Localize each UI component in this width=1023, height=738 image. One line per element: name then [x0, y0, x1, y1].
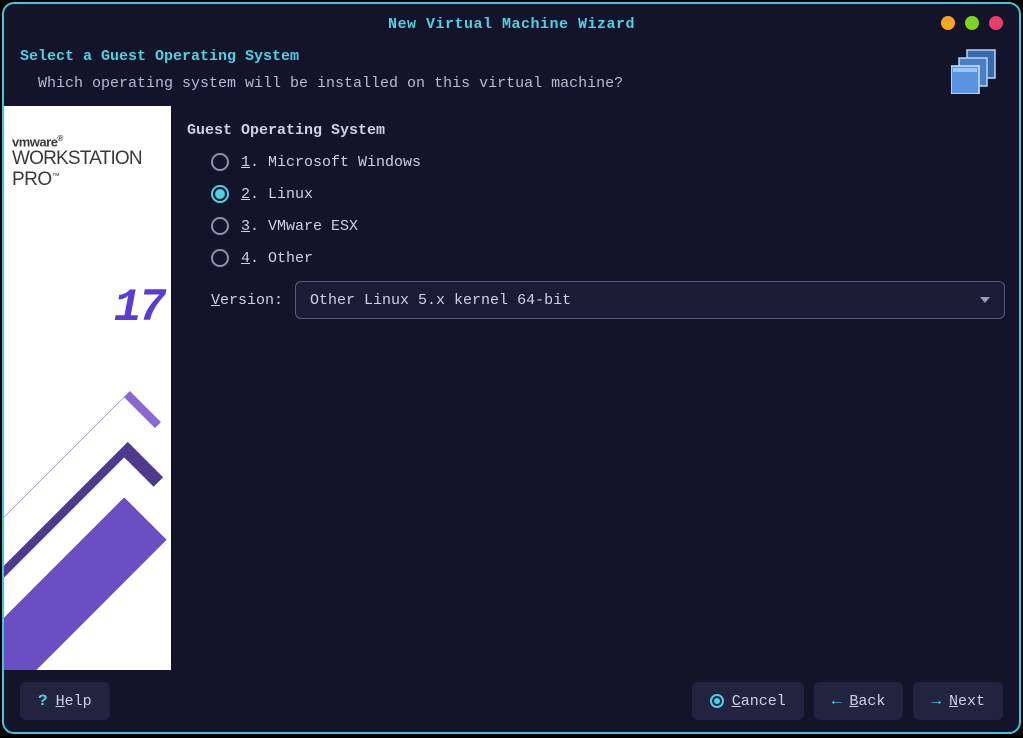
- wizard-footer: ? Help Cancel ← Back → Next: [4, 670, 1019, 732]
- titlebar: New Virtual Machine Wizard: [4, 4, 1019, 44]
- radio-label: 3. VMware ESX: [241, 218, 358, 235]
- next-button-label: Next: [949, 693, 985, 710]
- radio-label: 1. Microsoft Windows: [241, 154, 421, 171]
- question-icon: ?: [38, 692, 48, 710]
- version-select-value: Other Linux 5.x kernel 64-bit: [310, 292, 571, 309]
- help-button[interactable]: ? Help: [20, 682, 110, 720]
- close-button[interactable]: [989, 16, 1003, 30]
- help-button-label: Help: [56, 693, 92, 710]
- cancel-button[interactable]: Cancel: [692, 682, 804, 720]
- version-label: Version:: [211, 292, 283, 309]
- guest-os-radio-group: 1. Microsoft Windows 2. Linux 3. VMware ES…: [187, 153, 1005, 267]
- product-pro-text: PRO: [12, 169, 52, 190]
- product-text: WORKSTATION: [12, 149, 163, 169]
- side-branding-panel: vmware WORKSTATION PRO™ 17: [4, 106, 171, 670]
- decorative-stripes: [4, 410, 171, 670]
- back-button[interactable]: ← Back: [814, 682, 904, 720]
- radio-icon: [211, 153, 229, 171]
- guest-os-section-label: Guest Operating System: [187, 122, 1005, 139]
- cancel-icon: [710, 694, 724, 708]
- window-controls: [941, 16, 1003, 30]
- guest-os-radio-vmware-esx[interactable]: 3. VMware ESX: [211, 217, 1005, 235]
- guest-os-radio-linux[interactable]: 2. Linux: [211, 185, 1005, 203]
- os-cascade-icon: [951, 46, 999, 94]
- arrow-left-icon: ←: [832, 692, 842, 710]
- page-subtitle: Which operating system will be installed…: [20, 75, 1003, 92]
- wizard-window: New Virtual Machine Wizard Select a Gues…: [2, 2, 1021, 734]
- wizard-header: Select a Guest Operating System Which op…: [4, 44, 1019, 106]
- minimize-button[interactable]: [941, 16, 955, 30]
- version-row: Version: Other Linux 5.x kernel 64-bit: [187, 281, 1005, 319]
- version-17-text: 17: [114, 282, 163, 334]
- content-area: vmware WORKSTATION PRO™ 17 Guest Operati…: [4, 106, 1019, 670]
- cancel-button-label: Cancel: [732, 693, 786, 710]
- arrow-right-icon: →: [931, 692, 941, 710]
- guest-os-radio-other[interactable]: 4. Other: [211, 249, 1005, 267]
- version-select[interactable]: Other Linux 5.x kernel 64-bit: [295, 281, 1005, 319]
- vmware-logo: vmware WORKSTATION PRO™: [4, 106, 171, 191]
- main-panel: Guest Operating System 1. Microsoft Wind…: [171, 106, 1019, 670]
- brand-text: vmware: [12, 134, 163, 149]
- maximize-button[interactable]: [965, 16, 979, 30]
- tm-text: ™: [52, 172, 60, 181]
- page-title: Select a Guest Operating System: [20, 48, 1003, 65]
- radio-icon: [211, 217, 229, 235]
- next-button[interactable]: → Next: [913, 682, 1003, 720]
- guest-os-radio-microsoft-windows[interactable]: 1. Microsoft Windows: [211, 153, 1005, 171]
- window-title: New Virtual Machine Wizard: [388, 16, 635, 33]
- radio-label: 4. Other: [241, 250, 313, 267]
- back-button-label: Back: [849, 693, 885, 710]
- radio-label: 2. Linux: [241, 186, 313, 203]
- radio-icon: [211, 249, 229, 267]
- radio-icon: [211, 185, 229, 203]
- chevron-down-icon: [980, 297, 990, 303]
